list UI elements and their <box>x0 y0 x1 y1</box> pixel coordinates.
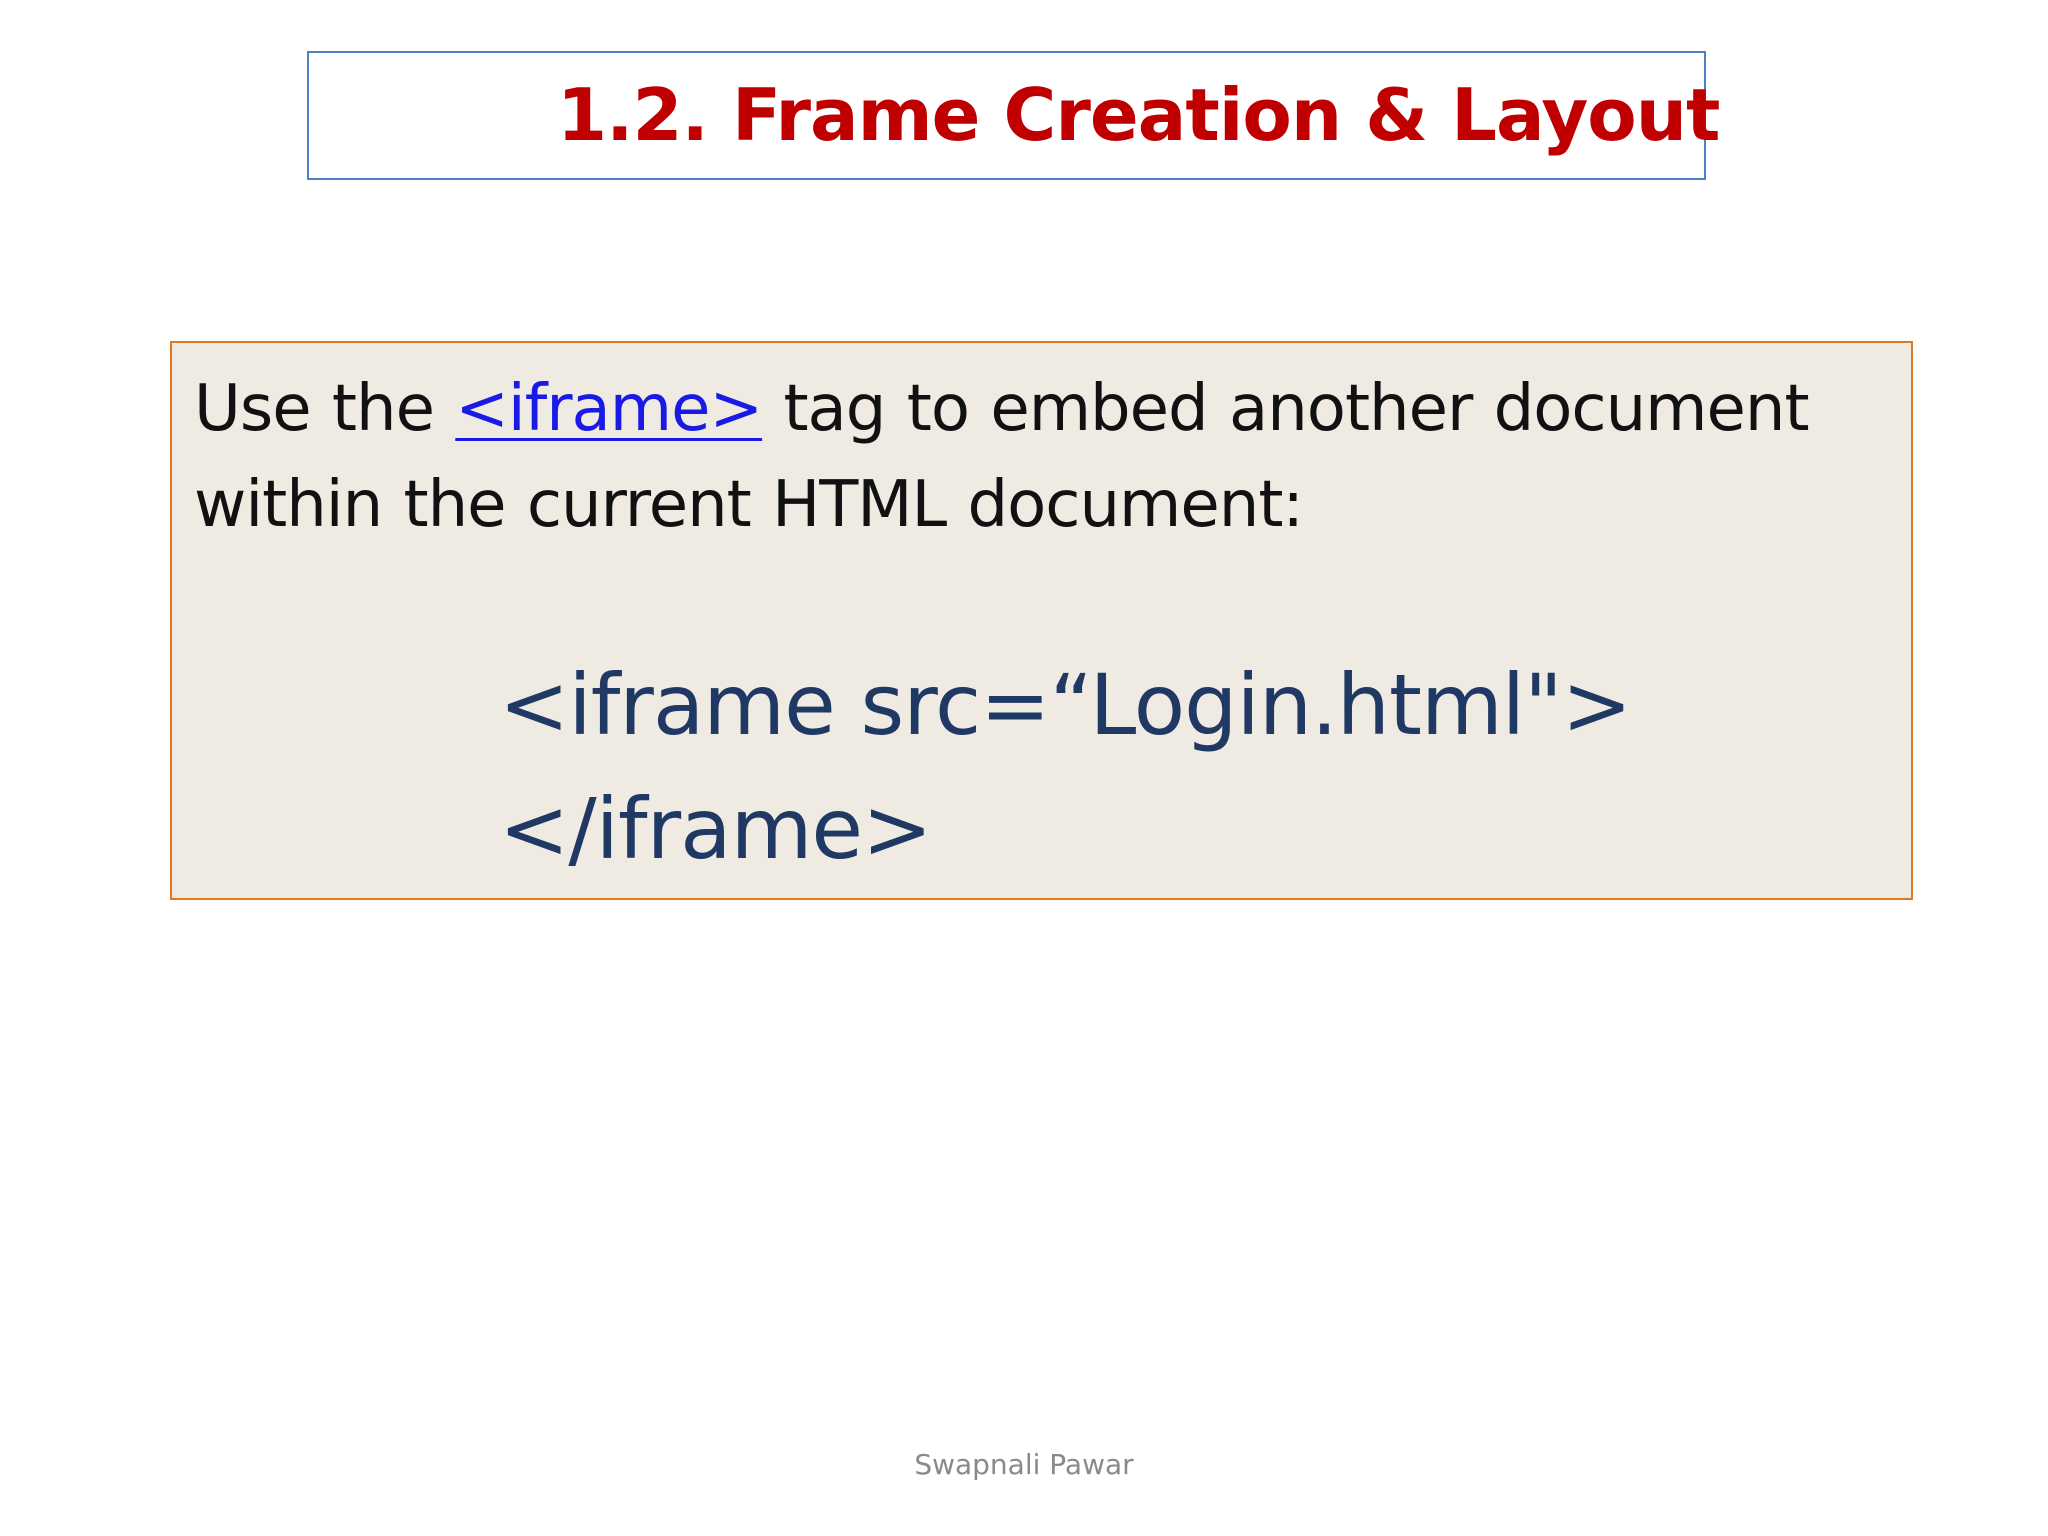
intro-line-2: within the current HTML document: <box>194 468 1304 542</box>
intro-line-1: Use the <iframe> tag to embed another do… <box>194 361 1894 457</box>
intro-paragraph: Use the <iframe> tag to embed another do… <box>194 361 1894 553</box>
code-example: <iframe src=“Login.html"> </iframe> <box>499 643 1632 891</box>
content-box: Use the <iframe> tag to embed another do… <box>170 341 1913 900</box>
intro-prefix: Use the <box>194 372 456 446</box>
title-box: 1.2. Frame Creation & Layout <box>307 51 1720 180</box>
code-line-1: <iframe src=“Login.html"> <box>499 656 1632 754</box>
intro-suffix: tag to embed another document <box>762 372 1809 446</box>
code-line-2: </iframe> <box>499 780 933 878</box>
slide-title: 1.2. Frame Creation & Layout <box>557 73 1720 157</box>
iframe-tag-link[interactable]: <iframe> <box>455 372 763 446</box>
slide: 1.2. Frame Creation & Layout Use the <if… <box>0 0 2048 1536</box>
footer-author: Swapnali Pawar <box>914 1448 1134 1481</box>
